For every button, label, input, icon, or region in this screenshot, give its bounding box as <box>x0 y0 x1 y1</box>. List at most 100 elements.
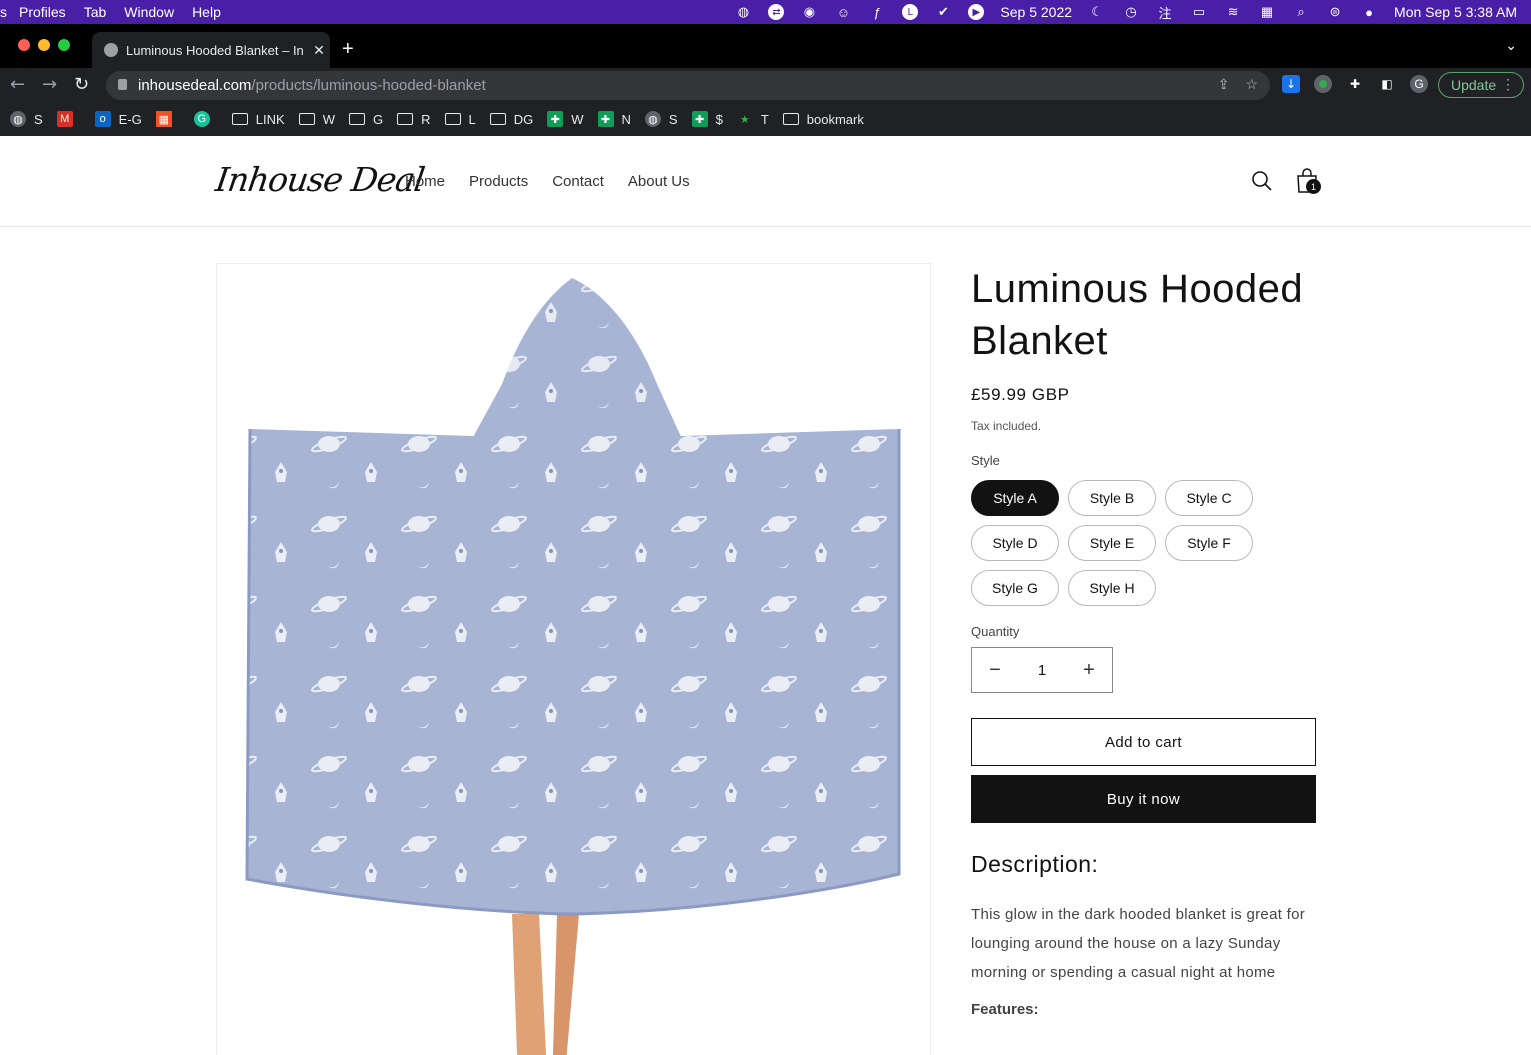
share-icon[interactable]: ⇪ <box>1218 76 1230 93</box>
bookmark-item[interactable]: ▦ <box>155 111 180 127</box>
active-tab[interactable]: Luminous Hooded Blanket – In ✕ <box>92 32 330 68</box>
green-dot-extension-icon[interactable] <box>1314 75 1332 93</box>
product-image[interactable] <box>216 263 931 1055</box>
extensions-puzzle-icon[interactable]: ✚ <box>1346 75 1364 93</box>
time-machine-icon[interactable]: ◷ <box>1122 4 1140 20</box>
browser-tab-strip: Luminous Hooded Blanket – In ✕ + ⌄ <box>0 24 1531 68</box>
line-icon[interactable]: L <box>902 4 919 20</box>
style-option-b[interactable]: Style B <box>1068 480 1156 516</box>
menu-help[interactable]: Help <box>192 4 221 20</box>
style-option-h[interactable]: Style H <box>1068 570 1156 606</box>
style-option-e[interactable]: Style E <box>1068 525 1156 561</box>
checkmark-icon[interactable]: ✔ <box>934 4 952 20</box>
bookmark-label: G <box>372 111 384 127</box>
search-icon[interactable] <box>1251 170 1273 192</box>
bookmark-star-icon[interactable]: ☆ <box>1245 76 1258 93</box>
nav-home[interactable]: Home <box>405 173 445 190</box>
bookmark-label: S <box>34 111 43 127</box>
buy-now-button[interactable]: Buy it now <box>971 775 1316 823</box>
bookmark-label: bookmark <box>806 111 864 127</box>
style-option-f[interactable]: Style F <box>1165 525 1253 561</box>
quantity-input[interactable]: 1 <box>1038 662 1046 679</box>
moon-icon[interactable]: ☾ <box>1088 4 1106 20</box>
menu-app[interactable]: s <box>0 4 7 20</box>
nav-contact[interactable]: Contact <box>552 173 604 190</box>
forward-arrow-icon[interactable]: → <box>42 74 57 95</box>
wechat-icon[interactable]: ◍ <box>734 4 752 20</box>
style-option-d[interactable]: Style D <box>971 525 1059 561</box>
nav-products[interactable]: Products <box>469 173 528 190</box>
mascot-icon[interactable]: ☺ <box>834 4 852 20</box>
bookmark-item[interactable]: DG <box>489 112 533 127</box>
tab-search-chevron-icon[interactable]: ⌄ <box>1505 38 1517 54</box>
minimize-window-button[interactable] <box>38 39 50 51</box>
increase-quantity-button[interactable]: + <box>1080 659 1098 682</box>
menu-window[interactable]: Window <box>124 4 174 20</box>
bookmark-item[interactable]: ✚ W <box>547 111 584 127</box>
add-to-cart-button[interactable]: Add to cart <box>971 718 1316 766</box>
bookmark-label: T <box>760 111 769 127</box>
battery-icon[interactable]: ▭ <box>1190 4 1208 20</box>
bookmark-item[interactable]: ✚ $ <box>691 111 723 127</box>
input-method-icon[interactable]: 注 <box>1156 4 1174 21</box>
profile-avatar[interactable]: G <box>1410 75 1428 93</box>
hooded-blanket-image <box>245 278 901 1055</box>
maximize-window-button[interactable] <box>58 39 70 51</box>
keyboard-icon[interactable]: ▦ <box>1258 4 1276 20</box>
update-label: Update <box>1451 77 1497 93</box>
teamviewer-icon[interactable]: ⇄ <box>768 4 785 20</box>
nav-about-us[interactable]: About Us <box>628 173 690 190</box>
bookmark-item[interactable]: ✚ N <box>597 111 631 127</box>
site-logo[interactable]: Inhouse Deal <box>213 160 426 199</box>
menubar-date: Sep 5 2022 <box>1000 4 1073 20</box>
style-option-g[interactable]: Style G <box>971 570 1059 606</box>
bookmarks-bar: ◍ S Mo E-G ▦ G LINK W G R L DG ✚ W ✚ N ◍ S ✚ $ ★ T bookmark <box>0 102 1531 136</box>
control-center-icon[interactable]: ⊜ <box>1326 4 1344 20</box>
download-extension-icon[interactable]: ↓ <box>1282 75 1300 93</box>
bookmark-item[interactable]: LINK <box>231 111 285 127</box>
bookmark-label: R <box>421 111 431 127</box>
cart-count-badge: 1 <box>1306 179 1321 194</box>
bookmark-item[interactable]: M <box>56 111 81 127</box>
menubar-clock[interactable]: Mon Sep 5 3:38 AM <box>1394 4 1517 20</box>
siri-icon[interactable]: ● <box>1360 4 1378 20</box>
bookmark-item[interactable]: W <box>298 112 335 127</box>
bookmark-item[interactable]: G <box>193 111 218 127</box>
bookmark-item[interactable]: ◍ S <box>644 111 678 127</box>
side-panel-icon[interactable]: ◧ <box>1378 75 1396 93</box>
product-price: £59.99 GBP <box>971 385 1070 404</box>
bookmark-item[interactable]: ◍ S <box>10 111 43 127</box>
bookmark-item[interactable]: R <box>397 111 431 127</box>
quantity-label: Quantity <box>971 624 1020 639</box>
sheets-icon: ✚ <box>691 111 708 127</box>
bookmark-item[interactable]: bookmark <box>782 111 864 127</box>
style-option-a[interactable]: Style A <box>971 480 1059 516</box>
wifi-icon[interactable]: ≋ <box>1224 4 1242 20</box>
qq-icon[interactable]: ◉ <box>800 4 818 20</box>
close-tab-icon[interactable]: ✕ <box>308 42 330 59</box>
menu-profiles[interactable]: Profiles <box>19 4 66 20</box>
more-menu-icon[interactable]: ⋮ <box>1501 76 1515 93</box>
feather-icon[interactable]: ƒ <box>868 4 886 20</box>
new-tab-button[interactable]: + <box>342 38 354 61</box>
bookmark-item[interactable]: o E-G <box>94 111 142 127</box>
decrease-quantity-button[interactable]: − <box>986 659 1004 682</box>
back-arrow-icon[interactable]: ← <box>10 74 25 95</box>
bookmark-item[interactable]: L <box>444 112 476 127</box>
close-window-button[interactable] <box>18 39 30 51</box>
play-icon[interactable]: ▶ <box>968 4 985 20</box>
address-bar[interactable]: inhousedeal.com/products/luminous-hooded… <box>106 71 1270 100</box>
bookmark-item[interactable]: ★ T <box>737 111 769 127</box>
style-option-c[interactable]: Style C <box>1165 480 1253 516</box>
url-host: inhousedeal.com <box>138 77 252 94</box>
update-button[interactable]: Update ⋮ <box>1438 72 1524 98</box>
quantity-stepper: − 1 + <box>971 647 1113 693</box>
spotlight-search-icon[interactable]: ⌕ <box>1292 4 1310 20</box>
sheets-icon: ✚ <box>597 111 614 127</box>
lock-icon[interactable] <box>118 79 127 90</box>
menu-tab[interactable]: Tab <box>84 4 107 20</box>
bookmark-label: LINK <box>255 111 285 127</box>
bookmark-item[interactable]: G <box>348 111 384 127</box>
url-path: /products/luminous-hooded-blanket <box>251 77 486 94</box>
reload-icon[interactable]: ↻ <box>74 74 89 95</box>
